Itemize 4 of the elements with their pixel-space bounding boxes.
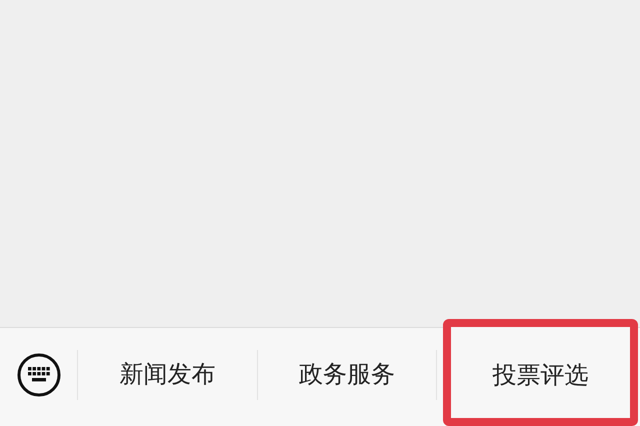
keyboard-icon <box>16 352 62 398</box>
menu-item[interactable]: 政务服务 <box>258 328 436 426</box>
menu-item[interactable]: 新闻发布 <box>78 328 257 426</box>
menu-item[interactable]: 投票评选 <box>443 319 638 426</box>
